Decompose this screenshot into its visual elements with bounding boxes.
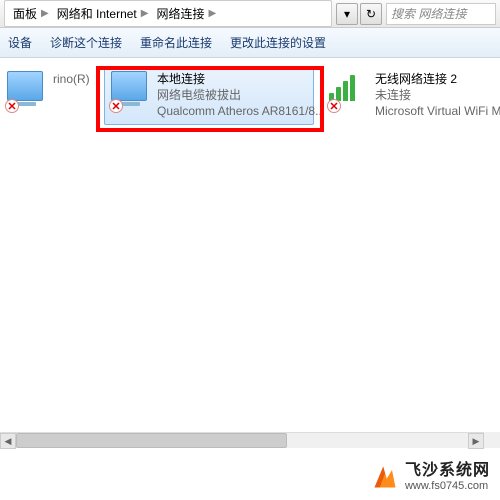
breadcrumb-item[interactable]: 面板▶ — [9, 1, 53, 26]
breadcrumb-item[interactable]: 网络连接▶ — [152, 1, 220, 26]
horizontal-scrollbar[interactable]: ◀ ▶ — [0, 432, 484, 448]
chevron-right-icon: ▶ — [208, 8, 216, 19]
toolbar-item-diagnose[interactable]: 诊断这个连接 — [50, 34, 122, 51]
watermark-title: 飞沙系统网 — [405, 462, 490, 480]
breadcrumb-bar: 面板▶ 网络和 Internet▶ 网络连接▶ ▾ ↻ 搜索 网络连接 — [0, 0, 500, 28]
network-icon: ✕ — [7, 71, 47, 111]
scrollbar-thumb[interactable] — [16, 433, 287, 448]
network-icon: ✕ — [111, 71, 151, 111]
logo-icon — [371, 463, 399, 491]
toolbar-item-settings[interactable]: 更改此连接的设置 — [230, 34, 326, 51]
connection-status: 未连接 — [375, 87, 500, 103]
scroll-right-icon[interactable]: ▶ — [468, 433, 484, 449]
toolbar-item-device[interactable]: 设备 — [8, 34, 32, 51]
connection-item-wifi[interactable]: ✕ 无线网络连接 2 未连接 Microsoft Virtual WiFi Mi… — [322, 66, 500, 125]
error-icon: ✕ — [5, 99, 19, 113]
scroll-corner — [484, 432, 500, 448]
watermark-url: www.fs0745.com — [405, 480, 490, 492]
connection-title: 本地连接 — [157, 71, 325, 87]
connection-title: 无线网络连接 2 — [375, 71, 500, 87]
adapter-label: Microsoft Virtual WiFi Minip — [375, 103, 500, 119]
toolbar-item-rename[interactable]: 重命名此连接 — [140, 34, 212, 51]
toolbar: 设备 诊断这个连接 重命名此连接 更改此连接的设置 — [0, 28, 500, 58]
dropdown-history-button[interactable]: ▾ — [336, 3, 358, 25]
breadcrumb[interactable]: 面板▶ 网络和 Internet▶ 网络连接▶ — [4, 0, 332, 27]
watermark: 飞沙系统网 www.fs0745.com — [371, 462, 490, 492]
chevron-right-icon: ▶ — [141, 8, 149, 19]
refresh-button[interactable]: ↻ — [360, 3, 382, 25]
connection-item-local[interactable]: ✕ 本地连接 网络电缆被拔出 Qualcomm Atheros AR8161/8… — [104, 66, 314, 125]
content-area: ✕ rino(R) Wireless-N... ✕ 本地连接 网络电缆被拔出 Q… — [0, 58, 500, 500]
wifi-icon: ✕ — [329, 71, 369, 111]
adapter-label: Qualcomm Atheros AR8161/8... — [157, 103, 325, 119]
connection-item[interactable]: ✕ rino(R) Wireless-N... — [0, 66, 96, 125]
nav-controls: ▾ ↻ — [336, 3, 382, 25]
scroll-left-icon[interactable]: ◀ — [0, 433, 16, 449]
breadcrumb-item[interactable]: 网络和 Internet▶ — [53, 1, 153, 26]
error-icon: ✕ — [109, 99, 123, 113]
search-input[interactable]: 搜索 网络连接 — [386, 3, 496, 25]
connection-list: ✕ rino(R) Wireless-N... ✕ 本地连接 网络电缆被拔出 Q… — [0, 58, 500, 133]
chevron-right-icon: ▶ — [41, 8, 49, 19]
adapter-label: rino(R) Wireless-N... — [53, 71, 89, 87]
connection-status: 网络电缆被拔出 — [157, 87, 325, 103]
error-icon: ✕ — [327, 99, 341, 113]
